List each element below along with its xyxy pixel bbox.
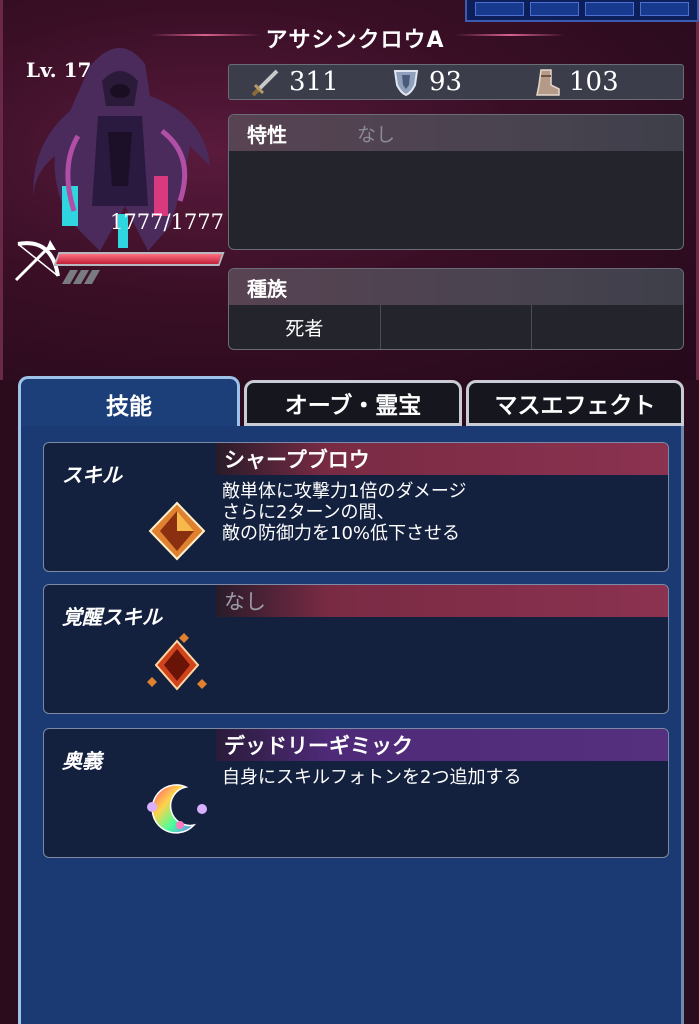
traits-value: なし <box>357 123 396 146</box>
race-header: 種族 <box>229 269 683 305</box>
menu-slot[interactable] <box>585 2 634 16</box>
stat-speed-value: 103 <box>569 67 619 97</box>
top-menu-strip[interactable] <box>465 0 699 22</box>
hp-text: 1777/1777 <box>110 210 224 234</box>
secret-art-card[interactable]: 奥義 デッドリーギミック 自身にスキルフォトンを2つ追加する <box>43 728 669 858</box>
traits-header: 特性 なし <box>229 115 683 151</box>
traits-panel: 特性 なし <box>228 114 684 250</box>
skill-type-label: 覚醒スキル <box>62 605 162 629</box>
awakened-crystal-icon <box>147 633 207 691</box>
race-row: 死者 <box>229 305 683 349</box>
tab-bar: 技能 オーブ・霊宝 マスエフェクト <box>18 376 684 428</box>
race-cell <box>532 305 683 349</box>
rainbow-crescent-icon <box>147 784 207 834</box>
stat-defense-value: 93 <box>429 67 463 97</box>
awakened-skill-card[interactable]: 覚醒スキル なし <box>43 584 669 714</box>
stat-speed: 103 <box>509 67 649 97</box>
menu-slot[interactable] <box>530 2 579 16</box>
skill-description: 敵単体に攻撃力1倍のダメージ さらに2ターンの間、 敵の防御力を10%低下させる <box>222 481 467 544</box>
traits-label: 特性 <box>247 122 287 147</box>
hp-bar-stripes <box>61 270 106 284</box>
skill-title: シャープブロウ <box>216 443 668 475</box>
menu-slot[interactable] <box>475 2 524 16</box>
tab-mass-effect[interactable]: マスエフェクト <box>466 380 684 426</box>
menu-slot[interactable] <box>640 2 689 16</box>
race-panel: 種族 死者 <box>228 268 684 350</box>
skill-title: なし <box>216 585 668 617</box>
tab-orb-treasure[interactable]: オーブ・霊宝 <box>244 380 462 426</box>
race-cell <box>381 305 533 349</box>
skill-type-label: スキル <box>62 463 122 487</box>
hp-bar <box>53 252 225 266</box>
skill-title: デッドリーギミック <box>216 729 668 761</box>
race-label: 種族 <box>247 276 287 301</box>
stat-attack: 311 <box>229 67 369 97</box>
tab-skills[interactable]: 技能 <box>18 376 240 428</box>
skill-type-label: 奥義 <box>62 749 102 773</box>
stat-attack-value: 311 <box>289 67 339 97</box>
sword-icon <box>251 69 279 97</box>
skill-card[interactable]: スキル シャープブロウ 敵単体に攻撃力1倍のダメージ さらに2ターンの間、 敵の… <box>43 442 669 572</box>
stat-defense: 93 <box>369 67 509 97</box>
hp-bar-fill <box>56 254 222 264</box>
orange-crystal-icon <box>148 501 206 561</box>
skills-panel: スキル シャープブロウ 敵単体に攻撃力1倍のダメージ さらに2ターンの間、 敵の… <box>18 426 684 1024</box>
boot-icon <box>536 69 560 96</box>
unit-level: Lv. 17 <box>26 58 92 82</box>
stats-bar: 311 93 103 <box>228 64 684 100</box>
shield-icon <box>393 70 419 97</box>
skill-description: 自身にスキルフォトンを2つ追加する <box>222 767 522 788</box>
race-cell: 死者 <box>229 305 381 349</box>
